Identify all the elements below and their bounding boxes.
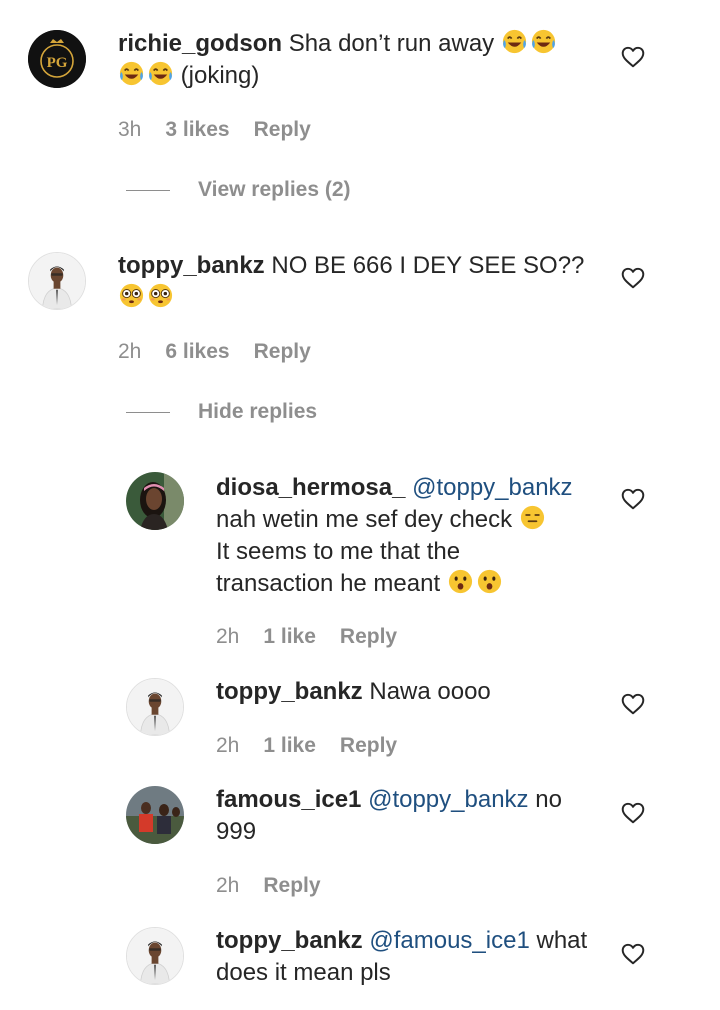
flushed-emoji-icon — [118, 282, 145, 309]
comment-body: NO BE 666 I DEY SEE SO?? — [271, 252, 585, 279]
timestamp: 2h — [216, 874, 240, 897]
reply-meta: 2h Reply — [216, 874, 321, 898]
like-heart-icon[interactable] — [620, 941, 646, 967]
laughing-tears-emoji-icon — [147, 60, 174, 87]
comment-meta: 3h 3 likes Reply — [118, 118, 311, 142]
comment-richie-godson: PG richie_godson Sha don’t run away (jok… — [0, 0, 720, 170]
reply-body: what — [536, 927, 588, 954]
laughing-tears-emoji-icon — [530, 28, 557, 55]
timestamp: 2h — [216, 625, 240, 648]
hide-replies-label: Hide replies — [198, 400, 318, 423]
comment-toppy-bankz: toppy_bankz NO BE 666 I DEY SEE SO?? 2h … — [0, 240, 720, 390]
username[interactable]: toppy_bankz — [216, 678, 363, 705]
emoji-group — [501, 28, 557, 55]
mention-link[interactable]: @famous_ice1 — [369, 927, 529, 954]
reply-diosa-hermosa: diosa_hermosa_ @toppy_bankz nah wetin me… — [0, 470, 720, 660]
like-heart-icon[interactable] — [620, 486, 646, 512]
reply-meta: 2h 1 like Reply — [216, 625, 397, 649]
reply-line-1: nah wetin me sef dey check — [216, 506, 513, 533]
timestamp: 2h — [118, 340, 142, 363]
reply-line-3: transaction he meant — [216, 570, 441, 597]
username[interactable]: diosa_hermosa_ — [216, 474, 405, 501]
svg-text:PG: PG — [47, 55, 68, 71]
hushed-emoji-icon — [447, 568, 474, 595]
comment-suffix: (joking) — [180, 62, 260, 89]
reply-button[interactable]: Reply — [340, 734, 397, 758]
person-avatar-icon — [127, 927, 183, 985]
divider-line — [126, 189, 170, 191]
reply-text: famous_ice1 @toppy_bankz no 999 — [216, 784, 596, 848]
emoji-group — [118, 282, 174, 309]
person-avatar-icon — [29, 252, 85, 310]
view-replies-button[interactable]: View replies (2) — [126, 178, 351, 202]
reply-toppy-bankz-1: toppy_bankz Nawa oooo 2h 1 like Reply — [0, 676, 720, 776]
group-photo-avatar-icon — [126, 786, 184, 844]
reply-text: toppy_bankz Nawa oooo — [216, 676, 596, 708]
comment-text: richie_godson Sha don’t run away (joking… — [118, 28, 598, 92]
timestamp: 3h — [118, 118, 142, 141]
woman-avatar-icon — [126, 472, 184, 530]
divider-line — [126, 411, 170, 413]
comment-body: Sha don’t run away — [288, 30, 495, 57]
laughing-tears-emoji-icon — [501, 28, 528, 55]
emoji-group — [447, 568, 503, 595]
like-heart-icon[interactable] — [620, 44, 646, 70]
emoji-group — [118, 60, 174, 87]
like-heart-icon[interactable] — [620, 691, 646, 717]
reply-text: toppy_bankz @famous_ice1 what does it me… — [216, 925, 606, 989]
timestamp: 2h — [216, 734, 240, 757]
hushed-emoji-icon — [476, 568, 503, 595]
avatar[interactable]: PG — [28, 30, 86, 88]
username[interactable]: famous_ice1 — [216, 786, 361, 813]
avatar[interactable] — [126, 472, 184, 530]
reply-button[interactable]: Reply — [254, 118, 311, 142]
flushed-emoji-icon — [147, 282, 174, 309]
person-avatar-icon — [127, 678, 183, 736]
reply-button[interactable]: Reply — [254, 340, 311, 364]
pg-logo-icon: PG — [28, 30, 86, 88]
reply-toppy-bankz-2: toppy_bankz @famous_ice1 what does it me… — [0, 925, 720, 1010]
reply-button[interactable]: Reply — [263, 874, 320, 898]
reply-body: no — [535, 786, 562, 813]
username[interactable]: toppy_bankz — [118, 252, 265, 279]
reply-line-2: 999 — [216, 818, 257, 845]
avatar[interactable] — [126, 786, 184, 844]
hide-replies-button[interactable]: Hide replies — [126, 400, 317, 424]
reply-meta: 2h 1 like Reply — [216, 734, 397, 758]
like-heart-icon[interactable] — [620, 800, 646, 826]
reply-text: diosa_hermosa_ @toppy_bankz nah wetin me… — [216, 472, 596, 600]
expressionless-emoji-icon — [519, 504, 546, 531]
username[interactable]: toppy_bankz — [216, 927, 363, 954]
reply-line-2: It seems to me that the — [216, 538, 461, 565]
laughing-tears-emoji-icon — [118, 60, 145, 87]
reply-famous-ice1: famous_ice1 @toppy_bankz no 999 2h Reply — [0, 784, 720, 914]
avatar[interactable] — [126, 927, 184, 985]
view-replies-label: View replies (2) — [198, 178, 351, 201]
mention-link[interactable]: @toppy_bankz — [412, 474, 572, 501]
reply-body: Nawa oooo — [369, 678, 491, 705]
likes-count[interactable]: 6 likes — [165, 340, 229, 364]
likes-count[interactable]: 1 like — [263, 625, 316, 649]
comment-meta: 2h 6 likes Reply — [118, 340, 311, 364]
likes-count[interactable]: 1 like — [263, 734, 316, 758]
reply-button[interactable]: Reply — [340, 625, 397, 649]
reply-line-2: does it mean pls — [216, 959, 391, 986]
username[interactable]: richie_godson — [118, 30, 282, 57]
mention-link[interactable]: @toppy_bankz — [368, 786, 528, 813]
like-heart-icon[interactable] — [620, 265, 646, 291]
comment-text: toppy_bankz NO BE 666 I DEY SEE SO?? — [118, 250, 598, 314]
avatar[interactable] — [28, 252, 86, 310]
likes-count[interactable]: 3 likes — [165, 118, 229, 142]
avatar[interactable] — [126, 678, 184, 736]
emoji-group — [519, 504, 546, 531]
